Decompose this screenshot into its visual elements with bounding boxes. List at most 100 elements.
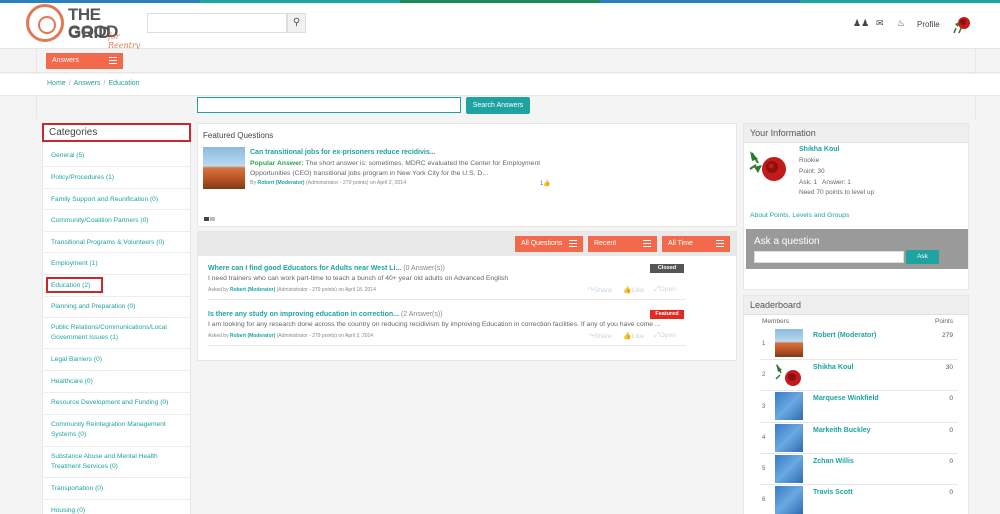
bell-icon[interactable]: ♨ [897,18,905,29]
user-avatar[interactable] [952,14,972,34]
hamburger-icon [716,240,724,247]
category-item[interactable]: Legal Barriers (0) [51,355,186,365]
search-icon: ⚲ [292,17,301,28]
question-description: I am looking for any research done acros… [208,321,661,328]
thumbs-up-icon: 👍 [543,181,551,187]
question-meta: Asked by Robert (Moderator) (Administrat… [208,333,373,339]
divider [42,274,191,275]
leaderboard-avatar[interactable] [775,361,803,389]
leaderboard-points: 0 [949,458,953,465]
question-title-text: Is there any study on improving educatio… [208,311,399,318]
open-button[interactable]: ⤢Open [654,286,676,294]
leaderboard-member-link[interactable]: Shikha Koul [813,364,853,371]
popular-answer-label: Popular Answer: [250,160,304,167]
breadcrumb-education[interactable]: Education [108,80,139,87]
filter-all-time[interactable]: All Time [662,236,730,252]
filter-recent[interactable]: Recent [588,236,657,252]
divider [760,422,958,423]
category-item[interactable]: Community Reintegration Management Syste… [51,420,186,440]
category-item[interactable]: Housing (0) [51,506,186,514]
featured-question-link[interactable]: Can transitional jobs for ex-prisoners r… [250,149,436,156]
category-item[interactable]: Transportation (0) [51,484,186,494]
toolbar [0,49,1000,73]
divider [42,317,191,318]
category-item[interactable]: Community/Coalition Partners (0) [51,216,186,226]
search-answers-button[interactable]: Search Answers [466,97,530,114]
question-author-link[interactable]: Robert (Moderator) [230,333,275,339]
profile-link[interactable]: Profile [917,20,940,29]
breadcrumb-answers[interactable]: Answers [74,80,101,87]
ask-question-input[interactable] [754,251,904,263]
leaderboard-member-link[interactable]: Marquese Winkfield [813,395,879,402]
carousel-indicators[interactable] [204,216,217,221]
like-button[interactable]: 👍Like [623,332,644,340]
about-points-link[interactable]: About Points, Levels and Groups [750,212,849,219]
leaderboard-avatar[interactable] [775,486,803,514]
user-avatar [749,151,786,181]
leaderboard-member-link[interactable]: Zchan Willis [813,458,854,465]
leaderboard-member-link[interactable]: Markeith Buckley [813,427,871,434]
site-search-button[interactable]: ⚲ [287,13,306,33]
ask-button[interactable]: Ask [906,250,939,264]
category-item[interactable]: Substance Abuse and Mental Health Treatm… [51,452,186,472]
answers-search-input[interactable] [197,97,461,113]
category-item[interactable]: Public Relations/Communications/Local Go… [51,323,186,343]
breadcrumb-separator: / [68,80,71,87]
members-column-header: Members [762,318,790,325]
featured-question-meta: By Robert (Moderator) (Administrator - 2… [250,180,406,186]
filter-all-questions[interactable]: All Questions [515,236,583,252]
divider [42,209,191,210]
your-information-title: Your Information [744,124,968,143]
like-button[interactable]: 👍Like [623,286,644,294]
user-name-link[interactable]: Shikha Koul [799,146,839,153]
featured-author-link[interactable]: Robert (Moderator) [258,180,305,186]
category-item[interactable]: Resource Development and Funding (0) [51,398,186,408]
carousel-dot[interactable] [210,217,215,221]
category-item[interactable]: General (5) [51,151,186,161]
share-button[interactable]: ↷Share [588,286,612,294]
leaderboard-avatar[interactable] [775,392,803,420]
category-item[interactable]: Transitional Programs & Volunteers (0) [51,238,186,248]
category-item[interactable]: Family Support and Reunification (0) [51,195,186,205]
answer-count: (2 Answer(s)) [400,311,443,318]
users-icon[interactable]: ♟♟ [853,18,869,29]
leaderboard-avatar[interactable] [775,329,803,357]
asked-by: Asked by [208,287,229,293]
leaderboard-member-link[interactable]: Robert (Moderator) [813,332,876,339]
leaderboard-member-link[interactable]: Travis Scott [813,489,853,496]
breadcrumb-home[interactable]: Home [47,80,66,87]
divider [42,370,191,371]
category-item[interactable]: Employment (1) [51,259,186,269]
answers-menu-button[interactable]: Answers [46,53,123,69]
open-button[interactable]: ⤢Open [654,332,676,340]
category-item[interactable]: Policy/Procedures (1) [51,173,186,183]
question-title[interactable]: Is there any study on improving educatio… [208,311,443,318]
leaderboard-avatar[interactable] [775,424,803,452]
mail-icon[interactable]: ✉ [876,18,884,29]
question-title[interactable]: Where can I find good Educators for Adul… [208,265,445,272]
asked-by: Asked by [208,333,229,339]
user-points: Point: 30 [799,168,825,175]
category-item[interactable]: Healthcare (0) [51,377,186,387]
category-item[interactable]: Planning and Preparation (0) [51,302,186,312]
leaderboard-avatar[interactable] [775,455,803,483]
divider [208,345,686,346]
leaderboard-rank: 3 [762,404,766,410]
ask-question-title: Ask a question [754,236,820,247]
site-logo[interactable]: THE GOOD GRID for Reentry [26,4,141,50]
breadcrumb-bar [0,74,1000,96]
carousel-dot[interactable] [204,217,209,221]
like-label: Like [631,333,644,340]
categories-title: Categories [42,123,191,142]
question-author-link[interactable]: Robert (Moderator) [230,287,275,293]
user-rank: Rookie [799,157,820,164]
hamburger-icon [569,240,577,247]
open-label: Open [659,332,677,339]
featured-like-count[interactable]: 1👍 [540,180,551,187]
question-description: I need trainers who can work part-time t… [208,275,509,282]
meta-info: (Administrator - 279 points) on April 2,… [305,180,407,186]
divider [42,392,191,393]
site-search-input[interactable] [147,13,287,33]
level-up-note: Need 70 points to level up [799,189,875,196]
share-button[interactable]: ↷Share [588,332,612,340]
